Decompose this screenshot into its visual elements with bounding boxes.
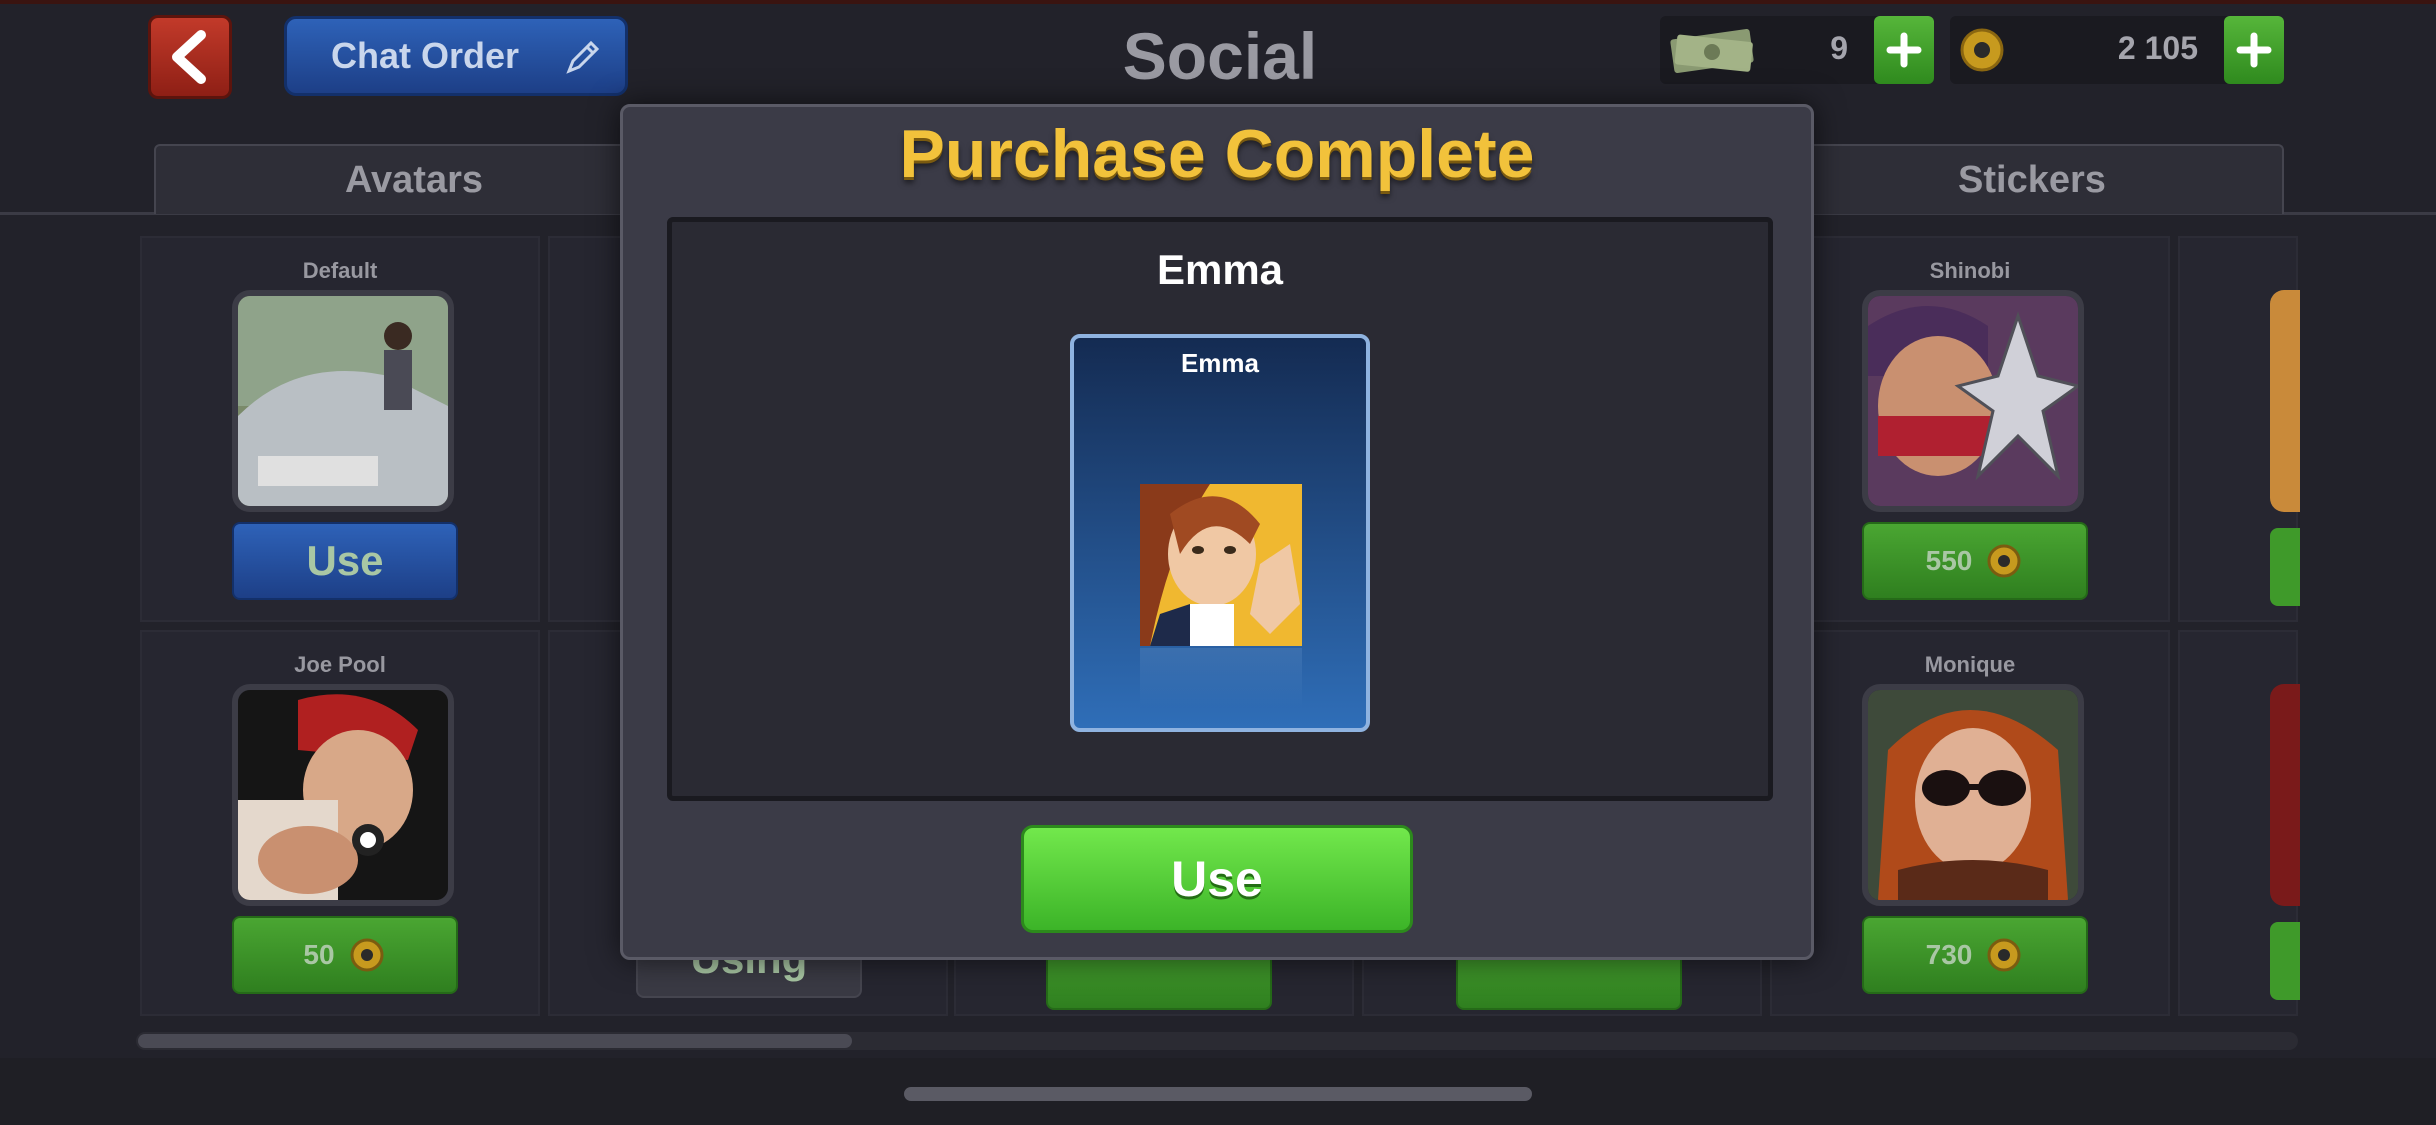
- cash-value: 9: [1830, 30, 1848, 66]
- coins-value: 2 105: [2117, 30, 2198, 66]
- avatar-image-partial: [2270, 684, 2300, 906]
- cash-icon: [1670, 28, 1754, 74]
- add-coins-button[interactable]: [2224, 16, 2284, 84]
- avatar-reflection: [1140, 648, 1302, 708]
- use-button[interactable]: Use: [232, 522, 458, 600]
- avatar-image-monique: [1862, 684, 2084, 906]
- price-button[interactable]: 550: [1862, 522, 2088, 600]
- avatar-image-partial: [2270, 290, 2300, 512]
- cash-balance: 9: [1660, 16, 1934, 84]
- avatar-image-default: [232, 290, 454, 512]
- avatar-card[interactable]: Default Use: [140, 236, 540, 622]
- home-indicator[interactable]: [904, 1087, 1532, 1101]
- avatar-image-emma: [1140, 484, 1302, 646]
- coin-icon: [1987, 544, 2021, 578]
- avatar-card[interactable]: Joe Pool 50: [140, 630, 540, 1016]
- use-button[interactable]: Use: [1021, 825, 1413, 933]
- coins-balance: 2 105: [1950, 16, 2284, 84]
- dialog-title: Purchase Complete: [899, 116, 1535, 192]
- purchase-complete-dialog: Purchase Complete Emma Emma Use: [620, 104, 1814, 960]
- price-button-partial[interactable]: [2270, 528, 2300, 606]
- price-button[interactable]: 50: [232, 916, 458, 994]
- purchased-item-card: Emma: [1070, 334, 1370, 732]
- avatar-name: Shinobi: [1929, 258, 2011, 283]
- price-button-partial[interactable]: [2270, 922, 2300, 1000]
- price-value: 50: [303, 939, 335, 970]
- avatar-image-joe-pool: [232, 684, 454, 906]
- price-value: 730: [1925, 939, 1973, 970]
- coin-icon: [1987, 938, 2021, 972]
- back-arrow-icon: [172, 30, 206, 84]
- chat-order-button[interactable]: Chat Order: [284, 16, 628, 96]
- scrollbar-thumb[interactable]: [138, 1034, 852, 1048]
- avatar-name: Default: [302, 258, 378, 283]
- coin-icon: [1960, 28, 2004, 72]
- avatar-card[interactable]: [2178, 236, 2300, 622]
- avatar-image-shinobi: [1862, 290, 2084, 512]
- social-screen: Chat Order Social 9 2 105 Avatars Sticke…: [0, 0, 2436, 1125]
- top-strip: [0, 0, 2436, 4]
- tab-stickers[interactable]: Stickers: [1780, 144, 2284, 214]
- add-cash-button[interactable]: [1874, 16, 1934, 84]
- item-card-label: Emma: [1180, 348, 1260, 378]
- avatar-card[interactable]: Monique 730: [1770, 630, 2170, 1016]
- price-button[interactable]: 730: [1862, 916, 2088, 994]
- plus-icon: [2236, 32, 2272, 68]
- avatar-card[interactable]: [2178, 630, 2300, 1016]
- avatar-name: Monique: [1924, 652, 2016, 677]
- avatar-name: Joe Pool: [294, 652, 386, 677]
- horizontal-scrollbar[interactable]: [136, 1032, 2298, 1050]
- tab-avatars[interactable]: Avatars: [154, 144, 674, 214]
- avatar-card[interactable]: Shinobi 550: [1770, 236, 2170, 622]
- purchased-item-name: Emma: [1156, 246, 1284, 293]
- page-title: Social: [1122, 19, 1318, 93]
- back-button[interactable]: [148, 15, 232, 99]
- pencil-icon: [566, 40, 600, 74]
- dialog-content: Emma Emma: [667, 217, 1773, 801]
- plus-icon: [1886, 32, 1922, 68]
- chat-order-label: Chat Order: [331, 35, 520, 76]
- price-value: 550: [1925, 545, 1973, 576]
- coin-icon: [350, 938, 384, 972]
